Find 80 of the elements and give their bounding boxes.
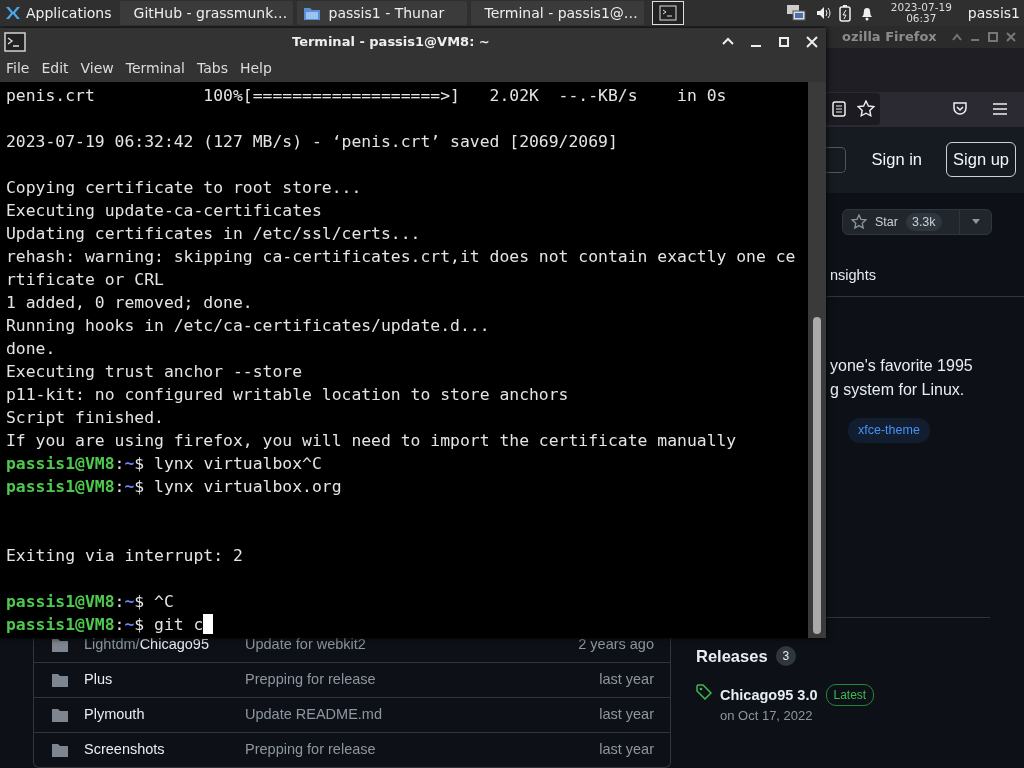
folder-link[interactable]: Plus (84, 669, 245, 691)
commit-message[interactable]: Update for webkit2 (245, 634, 366, 656)
volume-icon (814, 5, 831, 21)
terminal-icon (4, 32, 26, 52)
prompt-line: passis1@VM8:~$ ^C (6, 592, 174, 611)
clock-time: 06:37 (905, 13, 938, 24)
releases-heading[interactable]: Releases (696, 643, 768, 669)
pocket-icon[interactable] (952, 101, 968, 118)
window-title: ozilla Firefox (842, 28, 937, 47)
folder-link[interactable]: Plymouth (84, 704, 245, 726)
terminal-text: penis.crt 100%[===================>] 2.02K --.-KB/s in 0s (6, 86, 727, 105)
terminal-button[interactable] (651, 1, 684, 25)
terminal-text: Script finished. (6, 408, 164, 427)
taskbar-task[interactable]: GitHub - grassmunk… (119, 1, 293, 25)
user-name[interactable]: passis1 (967, 2, 1020, 24)
star-icon[interactable] (856, 100, 875, 119)
sign-in-link[interactable]: Sign in (871, 147, 923, 173)
scrollbar-thumb[interactable] (813, 317, 821, 634)
commit-age: last year (599, 705, 654, 725)
terminal-text: Exiting via interrupt: 2 (6, 546, 243, 565)
folder-link[interactable]: Lightdm/Chicago95 (84, 634, 245, 656)
terminal-text: rtificate or CRL (6, 270, 164, 289)
folder-icon (52, 708, 68, 722)
caret-icon (971, 219, 980, 225)
menu-item[interactable]: Tabs (190, 57, 234, 79)
folder-icon (52, 743, 68, 757)
clock-date: 2023-07-19 (890, 2, 952, 13)
latest-badge: Latest (825, 684, 875, 707)
star-icon (851, 213, 867, 230)
url-bar[interactable] (826, 93, 880, 126)
terminal-text: 2023-07-19 06:32:42 (127 MB/s) - ‘penis.crt’ saved [2069/2069] (6, 132, 618, 151)
terminal-text: Copying certificate to root store... (6, 178, 362, 197)
terminal-text: 1 added, 0 removed; done. (6, 293, 253, 312)
prompt-line: passis1@VM8:~$ lynx virtualbox.org (6, 477, 342, 496)
release-link[interactable]: Chicago95 3.0 (720, 684, 818, 707)
about-text: yone's favorite 1995 (830, 356, 974, 376)
terminal-text: If you are using firefox, you will need to import the certificate manually (6, 431, 737, 450)
terminal-text: Running hooks in /etc/ca-certificates/update.d... (6, 316, 490, 335)
terminal-text: Updating certificates in /etc/ssl/certs... (6, 224, 421, 243)
commit-message[interactable]: Prepping for release (245, 739, 376, 761)
menu-item[interactable]: Terminal (119, 57, 191, 79)
prompt-line: passis1@VM8:~$ lynx virtualbox^C (6, 454, 322, 473)
terminal-text: rehash: warning: skipping ca-certificates.crt,it does not contain exactly one ce (6, 247, 796, 266)
menu-item[interactable]: View (74, 57, 120, 79)
insights-tab[interactable]: nsights (830, 264, 876, 287)
applications-menu[interactable]: Applications (0, 0, 116, 26)
xfce-logo-icon (4, 4, 22, 22)
taskbar-task[interactable]: Terminal - passis1@… (470, 1, 644, 25)
menu-item[interactable]: Edit (35, 57, 75, 79)
taskbar-task[interactable]: passis1 - Thunar (296, 1, 467, 25)
topic-tag[interactable]: xfce-theme (848, 418, 930, 443)
terminal-text: Executing trust anchor --store (6, 362, 303, 381)
terminal-text: Executing update-ca-certificates (6, 201, 322, 220)
terminal-text: done. (6, 339, 56, 358)
commit-age: last year (599, 740, 654, 760)
commit-age: 2 years ago (578, 635, 654, 655)
commit-message[interactable]: Update README.md (245, 704, 382, 726)
sign-up-button[interactable]: Sign up (946, 142, 1016, 178)
folder-link[interactable]: Screenshots (84, 739, 245, 761)
folder-icon (52, 673, 68, 687)
release-count: 3 (775, 646, 797, 667)
star-count: 3.3k (905, 212, 942, 232)
menu-item[interactable]: File (0, 57, 36, 79)
release-date: on Oct 17, 2022 (720, 707, 814, 726)
star-button[interactable]: Star 3.3k (842, 208, 992, 235)
menu-icon[interactable] (992, 102, 1008, 117)
terminal-text: p11-kit: no configured writable location to store anchors (6, 385, 569, 404)
star-label: Star (875, 213, 898, 231)
tag-icon (696, 684, 712, 701)
window-title: Terminal - passis1@VM8: ~ (292, 33, 490, 52)
reader-view-icon[interactable] (831, 101, 846, 118)
network-icon (784, 3, 807, 23)
battery-icon (838, 4, 851, 22)
prompt-line: passis1@VM8:~$ git c (6, 615, 204, 634)
commit-message[interactable]: Prepping for release (245, 669, 376, 691)
commit-age: last year (599, 670, 654, 690)
terminal-icon (658, 4, 677, 22)
menu-item[interactable]: Help (233, 57, 278, 79)
scrollbar[interactable] (808, 82, 826, 638)
about-text: g system for Linux. (830, 380, 966, 400)
